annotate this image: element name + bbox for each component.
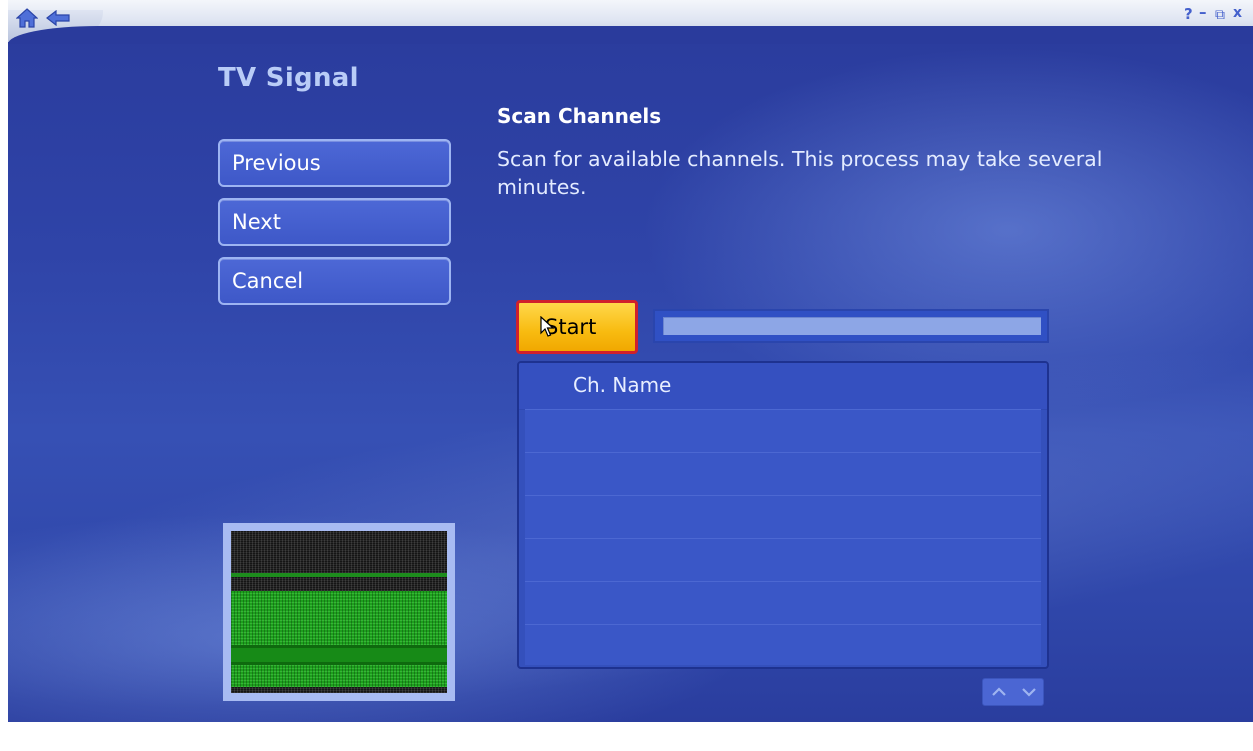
channel-row[interactable] xyxy=(525,538,1041,581)
restore-icon[interactable]: ⧉ xyxy=(1215,8,1225,22)
channel-row[interactable] xyxy=(525,624,1041,665)
next-button[interactable]: Next xyxy=(218,198,451,246)
scroll-down-icon[interactable] xyxy=(1014,679,1044,705)
home-icon[interactable] xyxy=(16,8,38,28)
minimize-icon[interactable]: – xyxy=(1199,5,1207,20)
page-title: TV Signal xyxy=(218,63,359,93)
window-bottom-edge xyxy=(8,722,1253,751)
back-arrow-icon[interactable] xyxy=(46,10,70,26)
section-heading: Scan Channels xyxy=(497,104,662,128)
media-center-window: ? – ⧉ x TV Signal Previous Next Cancel S… xyxy=(0,0,1253,751)
column-header-channel-name: Ch. Name xyxy=(573,373,672,397)
close-icon[interactable]: x xyxy=(1233,6,1242,20)
scroll-up-icon[interactable] xyxy=(984,679,1014,705)
cancel-button[interactable]: Cancel xyxy=(218,257,451,305)
scroll-controls xyxy=(982,678,1044,706)
channel-list[interactable]: Ch. Name xyxy=(517,361,1049,669)
channel-row[interactable] xyxy=(525,409,1041,452)
tv-preview-frame xyxy=(223,523,455,701)
start-scan-button[interactable]: Start xyxy=(516,300,638,354)
title-bar-curve xyxy=(8,26,1253,44)
channel-row[interactable] xyxy=(525,581,1041,624)
progress-track xyxy=(663,317,1041,335)
section-description: Scan for available channels. This proces… xyxy=(497,147,1103,199)
channel-list-header: Ch. Name xyxy=(519,363,1047,410)
help-icon[interactable]: ? xyxy=(1184,7,1193,22)
channel-row[interactable] xyxy=(525,495,1041,538)
mouse-cursor-icon xyxy=(540,315,555,342)
channel-row[interactable] xyxy=(525,452,1041,495)
previous-button[interactable]: Previous xyxy=(218,139,451,187)
scan-progress-bar xyxy=(653,309,1049,343)
tv-preview-static xyxy=(231,531,447,693)
